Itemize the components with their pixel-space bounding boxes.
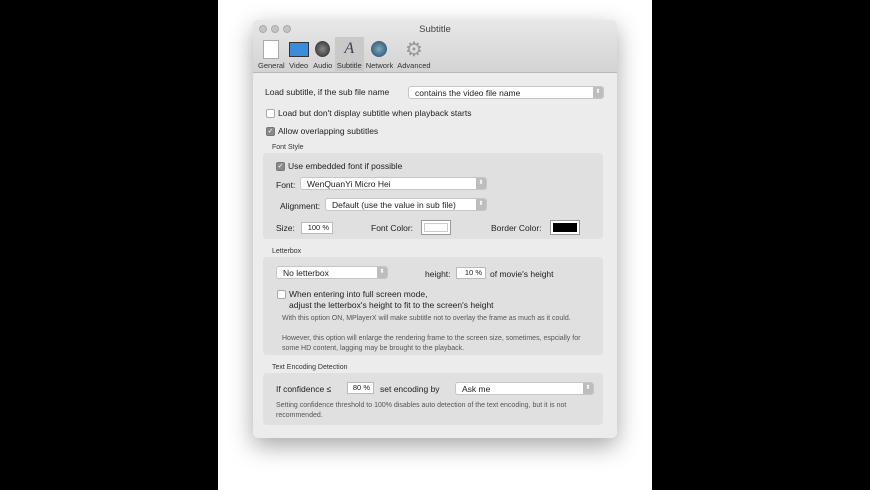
chevron-updown-icon: ⬍ bbox=[476, 199, 486, 210]
border-color-label: Border Color: bbox=[491, 223, 542, 233]
chevron-updown-icon: ⬍ bbox=[593, 87, 603, 98]
fullscreen-adjust-label-2: adjust the letterbox's height to fit to … bbox=[289, 300, 494, 310]
tab-audio[interactable]: Audio bbox=[311, 37, 335, 71]
popup-value: WenQuanYi Micro Hei bbox=[307, 179, 391, 189]
allow-overlap-checkbox[interactable]: ✓ bbox=[266, 127, 275, 136]
embedded-font-label: Use embedded font if possible bbox=[288, 161, 403, 171]
font-popup[interactable]: WenQuanYi Micro Hei ⬍ bbox=[300, 177, 487, 190]
popup-value: No letterbox bbox=[283, 268, 329, 278]
chevron-updown-icon: ⬍ bbox=[583, 383, 593, 394]
letterbox-note-1: With this option ON, MPlayerX will make … bbox=[282, 315, 571, 322]
chevron-updown-icon: ⬍ bbox=[377, 267, 387, 278]
popup-value: Default (use the value in sub file) bbox=[332, 200, 456, 210]
tab-label: Network bbox=[365, 61, 394, 70]
encoding-note: Setting confidence threshold to 100% dis… bbox=[276, 402, 567, 419]
letterbox-note-2: However, this option will enlarge the re… bbox=[282, 335, 581, 352]
monitor-icon bbox=[288, 39, 309, 59]
border-color-well[interactable] bbox=[550, 220, 580, 235]
letterbox-popup[interactable]: No letterbox ⬍ bbox=[276, 266, 388, 279]
chevron-updown-icon: ⬍ bbox=[476, 178, 486, 189]
tab-video[interactable]: Video bbox=[287, 37, 311, 71]
confidence-field[interactable]: 80 % bbox=[347, 382, 374, 394]
titlebar: Subtitle General Video Audio A Subtitle N… bbox=[253, 20, 617, 73]
gear-icon: ⚙ bbox=[404, 38, 423, 61]
tab-label: General bbox=[258, 61, 285, 70]
speaker-icon bbox=[313, 39, 333, 59]
tab-advanced[interactable]: ⚙ Advanced bbox=[395, 37, 432, 71]
encoding-popup[interactable]: Ask me ⬍ bbox=[455, 382, 594, 395]
encoding-heading: Text Encoding Detection bbox=[272, 364, 348, 371]
load-subtitle-popup[interactable]: contains the video file name ⬍ bbox=[408, 86, 604, 99]
general-icon bbox=[261, 39, 281, 59]
letterbox-height-field[interactable]: 10 % bbox=[456, 267, 486, 279]
font-a-icon: A bbox=[344, 40, 355, 57]
popup-value: contains the video file name bbox=[415, 88, 521, 98]
tab-label: Subtitle bbox=[336, 61, 362, 70]
height-suffix: of movie's height bbox=[490, 269, 554, 279]
load-no-display-label: Load but don't display subtitle when pla… bbox=[278, 108, 472, 118]
load-subtitle-label: Load subtitle, if the sub file name bbox=[265, 87, 390, 97]
height-label: height: bbox=[425, 269, 451, 279]
tab-subtitle[interactable]: A Subtitle bbox=[334, 37, 364, 71]
letterbox-heading: Letterbox bbox=[272, 248, 302, 255]
tab-general[interactable]: General bbox=[256, 37, 287, 71]
font-label: Font: bbox=[276, 180, 296, 190]
preferences-window: Subtitle General Video Audio A Subtitle N… bbox=[253, 20, 617, 438]
tab-label: Advanced bbox=[397, 61, 431, 70]
tab-network[interactable]: Network bbox=[364, 37, 396, 71]
set-encoding-label: set encoding by bbox=[380, 384, 440, 394]
fullscreen-adjust-checkbox[interactable] bbox=[277, 290, 286, 299]
globe-icon bbox=[369, 39, 389, 59]
size-label: Size: bbox=[276, 223, 295, 233]
font-color-well[interactable] bbox=[421, 220, 451, 235]
alignment-popup[interactable]: Default (use the value in sub file) ⬍ bbox=[325, 198, 487, 211]
tab-label: Video bbox=[289, 61, 309, 70]
alignment-label: Alignment: bbox=[280, 201, 321, 211]
popup-value: Ask me bbox=[462, 384, 491, 394]
embedded-font-checkbox[interactable]: ✓ bbox=[276, 162, 285, 171]
size-field[interactable]: 100 % bbox=[301, 222, 333, 234]
tab-label: Audio bbox=[313, 61, 333, 70]
fullscreen-adjust-label-1: When entering into full screen mode, bbox=[289, 289, 428, 299]
load-no-display-checkbox[interactable] bbox=[266, 109, 275, 118]
window-title: Subtitle bbox=[419, 24, 451, 35]
allow-overlap-label: Allow overlapping subtitles bbox=[278, 126, 379, 136]
confidence-label: If confidence ≤ bbox=[276, 384, 332, 394]
font-color-label: Font Color: bbox=[371, 223, 414, 233]
font-style-heading: Font Style bbox=[272, 144, 304, 151]
